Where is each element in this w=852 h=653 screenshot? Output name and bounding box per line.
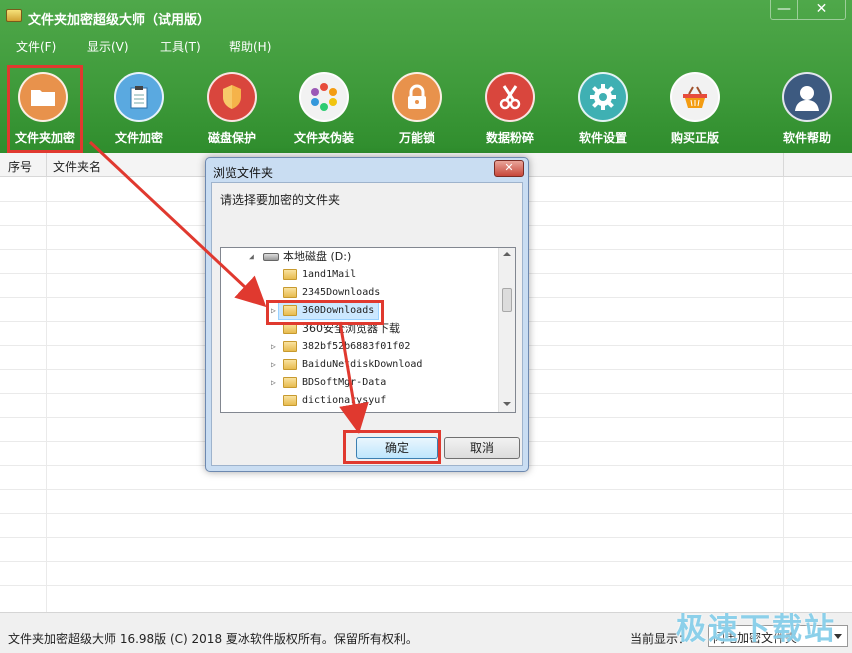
app-logo-icon [6, 9, 22, 22]
expanded-arrow-icon[interactable]: ◢ [249, 248, 254, 266]
expand-arrow-icon[interactable]: ▷ [271, 356, 276, 374]
lock-icon [392, 72, 442, 122]
shield-icon [207, 72, 257, 122]
column-divider [783, 153, 784, 177]
folder-tree[interactable]: ◢ 本地磁盘 (D:) 1and1Mail 2345Downloads ▷ 36… [220, 247, 516, 413]
minimize-button[interactable]: — [770, 0, 798, 20]
toolbar-universal-lock-button[interactable]: 万能锁 [374, 70, 460, 150]
app-header: 文件夹加密超级大师（试用版） — ✕ 文件(F) 显示(V) 工具(T) 帮助(… [0, 0, 852, 153]
toolbar-folder-encrypt-button[interactable]: 文件夹加密 [8, 66, 82, 152]
drive-icon [263, 253, 279, 261]
row-grid-line [0, 489, 852, 490]
annotation-highlight-ok [343, 430, 441, 464]
tree-item-label: dictionarysyuf [302, 392, 386, 410]
column-grid-line [46, 177, 47, 612]
toolbar-label: 软件帮助 [764, 129, 850, 146]
tree-item[interactable]: ▷ BDSoftMgr-Data [221, 374, 497, 392]
menu-help[interactable]: 帮助(H) [229, 38, 271, 55]
tree-item-label: BDSoftMgr-Data [302, 374, 386, 392]
toolbar-settings-button[interactable]: 软件设置 [560, 70, 646, 150]
column-divider [46, 153, 47, 177]
expand-arrow-icon[interactable]: ▷ [271, 374, 276, 392]
scissors-icon [485, 72, 535, 122]
menu-file[interactable]: 文件(F) [16, 38, 56, 55]
toolbar-file-encrypt-button[interactable]: 文件加密 [96, 70, 182, 150]
menu-view[interactable]: 显示(V) [87, 38, 129, 55]
tree-item[interactable]: dictionarysyuf [221, 392, 497, 410]
toolbar-label: 文件夹加密 [8, 129, 82, 146]
column-header-folder-name[interactable]: 文件夹名 [53, 158, 101, 175]
watermark-text: 极速下载站 [676, 604, 836, 648]
folder-icon [283, 287, 297, 298]
cancel-button[interactable]: 取消 [444, 437, 520, 459]
window-title: 文件夹加密超级大师（试用版） [28, 9, 210, 28]
toolbar-label: 文件夹伪装 [281, 129, 367, 146]
scroll-down-arrow-icon[interactable] [503, 402, 511, 406]
row-grid-line [0, 537, 852, 538]
folder-icon [283, 359, 297, 370]
toolbar-data-shred-button[interactable]: 数据粉碎 [467, 70, 553, 150]
expand-arrow-icon[interactable]: ▷ [271, 338, 276, 356]
folder-icon [283, 269, 297, 280]
row-grid-line [0, 513, 852, 514]
folder-icon [283, 395, 297, 406]
toolbar-label: 文件加密 [96, 129, 182, 146]
toolbar-label: 万能锁 [374, 129, 460, 146]
menu-tools[interactable]: 工具(T) [160, 38, 201, 55]
toolbar-label: 磁盘保护 [189, 129, 275, 146]
scroll-thumb[interactable] [502, 288, 512, 312]
dialog-title: 浏览文件夹 [213, 164, 273, 181]
dialog-prompt: 请选择要加密的文件夹 [220, 191, 340, 208]
menu-bar: 文件(F) 显示(V) 工具(T) 帮助(H) [0, 38, 852, 56]
column-header-index[interactable]: 序号 [8, 158, 32, 175]
tree-item-label: 1and1Mail [302, 266, 356, 284]
copyright-text: 文件夹加密超级大师 16.98版 (C) 2018 夏冰软件版权所有。保留所有权… [8, 630, 418, 647]
tree-item[interactable]: ▷ 382bf52b6883f01f02 [221, 338, 497, 356]
toolbar-label: 软件设置 [560, 129, 646, 146]
annotation-highlight-folder [266, 300, 384, 325]
folder-icon [18, 72, 68, 122]
basket-icon [670, 72, 720, 122]
tree-scrollbar[interactable] [498, 248, 515, 412]
folder-icon [283, 341, 297, 352]
tree-item[interactable]: 1and1Mail [221, 266, 497, 284]
column-grid-line [783, 177, 784, 612]
document-icon [114, 72, 164, 122]
gear-icon [578, 72, 628, 122]
color-wheel-icon [299, 72, 349, 122]
user-icon [782, 72, 832, 122]
toolbar-folder-disguise-button[interactable]: 文件夹伪装 [281, 70, 367, 150]
tree-item-label: 本地磁盘 (D:) [283, 248, 351, 266]
title-bar: 文件夹加密超级大师（试用版） — ✕ [0, 0, 852, 32]
folder-icon [283, 377, 297, 388]
toolbar-buy-button[interactable]: 购买正版 [652, 70, 738, 150]
toolbar-label: 购买正版 [652, 129, 738, 146]
scroll-up-arrow-icon[interactable] [503, 252, 511, 256]
toolbar-help-button[interactable]: 软件帮助 [764, 70, 850, 150]
close-button[interactable]: ✕ [798, 0, 846, 20]
dialog-close-button[interactable]: ✕ [494, 160, 524, 177]
tree-item[interactable]: ▷ BaiduNetdiskDownload [221, 356, 497, 374]
row-grid-line [0, 561, 852, 562]
row-grid-line [0, 585, 852, 586]
tree-item-drive[interactable]: ◢ 本地磁盘 (D:) [221, 248, 497, 266]
toolbar-label: 数据粉碎 [467, 129, 553, 146]
toolbar-disk-protect-button[interactable]: 磁盘保护 [189, 70, 275, 150]
tree-item-label: BaiduNetdiskDownload [302, 356, 422, 374]
tree-item-label: 382bf52b6883f01f02 [302, 338, 410, 356]
